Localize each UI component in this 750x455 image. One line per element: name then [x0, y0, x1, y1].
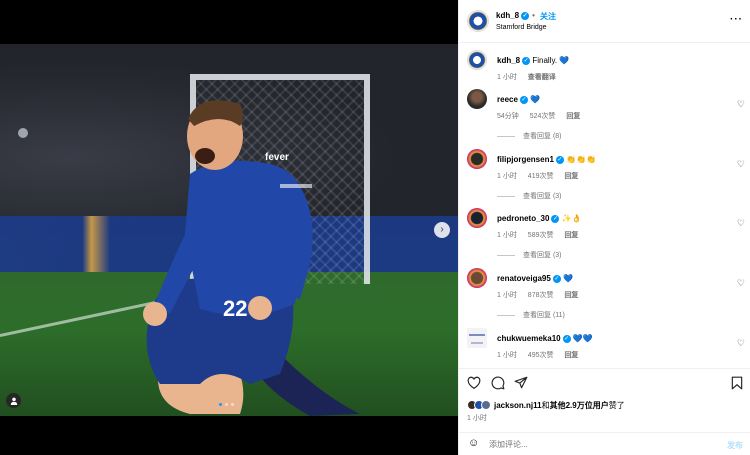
- emoji-icon[interactable]: ☺: [468, 437, 479, 449]
- reply-button[interactable]: 回复: [564, 232, 578, 239]
- comment-text: 💙💙: [572, 334, 593, 343]
- verified-icon: ✓: [552, 274, 561, 283]
- comment-likes[interactable]: 878次赞: [528, 292, 554, 299]
- comment-text: ✨👌: [561, 214, 582, 223]
- comment-username[interactable]: renatoveiga95: [497, 274, 551, 283]
- reply-button[interactable]: 回复: [564, 173, 578, 180]
- location-link[interactable]: Stamford Bridge: [496, 24, 547, 31]
- next-media-button[interactable]: ›: [434, 222, 450, 238]
- carousel-dot: [225, 403, 228, 406]
- comment-composer: ☺ 发布: [459, 432, 750, 455]
- more-options-button[interactable]: ···: [730, 14, 743, 25]
- post-comment-button[interactable]: 发布: [727, 440, 743, 451]
- like-comment-icon[interactable]: ♡: [737, 338, 745, 349]
- verified-icon: ✓: [562, 334, 571, 343]
- comments-list: kdh_8 ✓ Finally. 💙 1 小时 查看翻译 reece ✓ 💙 54分…: [459, 44, 750, 366]
- reply-button[interactable]: 回复: [564, 352, 578, 359]
- comment-text: 💙: [563, 274, 574, 283]
- comment-input[interactable]: [489, 437, 709, 452]
- caption-time: 1 小时: [497, 74, 517, 81]
- carousel-dot: [219, 403, 222, 406]
- celebrating-player: [143, 100, 360, 416]
- comment-time: 54分钟: [497, 113, 519, 120]
- commenter-avatar[interactable]: [467, 89, 487, 109]
- comment-text: 💙: [530, 95, 541, 104]
- comment-icon[interactable]: [491, 376, 505, 390]
- post-photo: fever 22: [0, 44, 458, 416]
- carousel-indicator: [219, 403, 234, 406]
- comment-username[interactable]: chukwuemeka10: [497, 334, 561, 343]
- comment-username[interactable]: reece: [497, 95, 518, 104]
- comment-time: 1 小时: [497, 173, 517, 180]
- author-avatar[interactable]: [467, 50, 487, 70]
- commenter-avatar[interactable]: [467, 208, 487, 228]
- author-username[interactable]: kdh_8: [496, 11, 519, 20]
- verified-icon: ✓: [555, 155, 564, 164]
- carousel-dot: [231, 403, 234, 406]
- comment-username[interactable]: pedroneto_30: [497, 214, 549, 223]
- shirt-sponsor: fever: [265, 152, 289, 163]
- liker-avatar: [481, 400, 491, 410]
- likes-suffix: 赞了: [608, 400, 625, 410]
- like-comment-icon[interactable]: ♡: [737, 278, 745, 289]
- follow-button[interactable]: 关注: [540, 11, 556, 22]
- caption-username[interactable]: kdh_8: [497, 56, 520, 65]
- verified-icon: ✓: [551, 214, 560, 223]
- view-replies-button[interactable]: 查看回复 (3): [497, 250, 562, 260]
- liker-username[interactable]: jackson.nj11: [494, 401, 542, 410]
- commenter-avatar[interactable]: [467, 328, 487, 348]
- post-details-panel: kdh_8 ✓ • 关注 Stamford Bridge ··· kdh_8 ✓ Fi…: [458, 0, 750, 455]
- share-icon[interactable]: [514, 376, 528, 389]
- reply-button[interactable]: 回复: [566, 113, 580, 120]
- view-replies-button[interactable]: 查看回复 (8): [497, 131, 562, 141]
- comment-username[interactable]: filipjorgensen1: [497, 155, 554, 164]
- comment-likes[interactable]: 589次赞: [528, 232, 554, 239]
- verified-icon: ✓: [519, 95, 528, 104]
- author-avatar[interactable]: [467, 10, 489, 32]
- comment-time: 1 小时: [497, 232, 517, 239]
- like-comment-icon[interactable]: ♡: [737, 159, 745, 170]
- comment-likes[interactable]: 419次赞: [528, 173, 554, 180]
- likes-others[interactable]: 其他2.9万位用户: [550, 401, 609, 410]
- caption-text: Finally.: [532, 56, 558, 65]
- comment-text: 👏👏👏: [566, 155, 597, 164]
- post-media: fever 22 ›: [0, 0, 458, 455]
- verified-icon: ✓: [521, 11, 530, 20]
- likes-connector: 和: [541, 400, 550, 410]
- post-time: 1 小时: [467, 415, 487, 422]
- save-icon[interactable]: [731, 376, 743, 390]
- tagged-users-button[interactable]: [6, 393, 21, 408]
- view-replies-button[interactable]: 查看回复 (3): [497, 191, 562, 201]
- like-comment-icon[interactable]: ♡: [737, 218, 745, 229]
- person-icon: [10, 397, 17, 405]
- like-icon[interactable]: [467, 376, 481, 389]
- post-actions: [459, 368, 750, 394]
- reply-button[interactable]: 回复: [564, 292, 578, 299]
- translate-link[interactable]: 查看翻译: [528, 74, 556, 81]
- commenter-avatar[interactable]: [467, 268, 487, 288]
- likes-summary: jackson.nj11和其他2.9万位用户赞了: [467, 398, 625, 412]
- comment-time: 1 小时: [497, 352, 517, 359]
- verified-icon: ✓: [522, 56, 531, 65]
- post-header: kdh_8 ✓ • 关注 Stamford Bridge ···: [459, 0, 750, 43]
- comment-time: 1 小时: [497, 292, 517, 299]
- like-comment-icon[interactable]: ♡: [737, 99, 745, 110]
- shirt-number: 22: [223, 296, 248, 321]
- stadium-light: [18, 128, 28, 138]
- comment-likes[interactable]: 524次赞: [530, 113, 556, 120]
- comment-likes[interactable]: 495次赞: [528, 352, 554, 359]
- commenter-avatar[interactable]: [467, 149, 487, 169]
- view-replies-button[interactable]: 查看回复 (11): [497, 310, 565, 320]
- blue-heart-emoji: 💙: [559, 56, 570, 65]
